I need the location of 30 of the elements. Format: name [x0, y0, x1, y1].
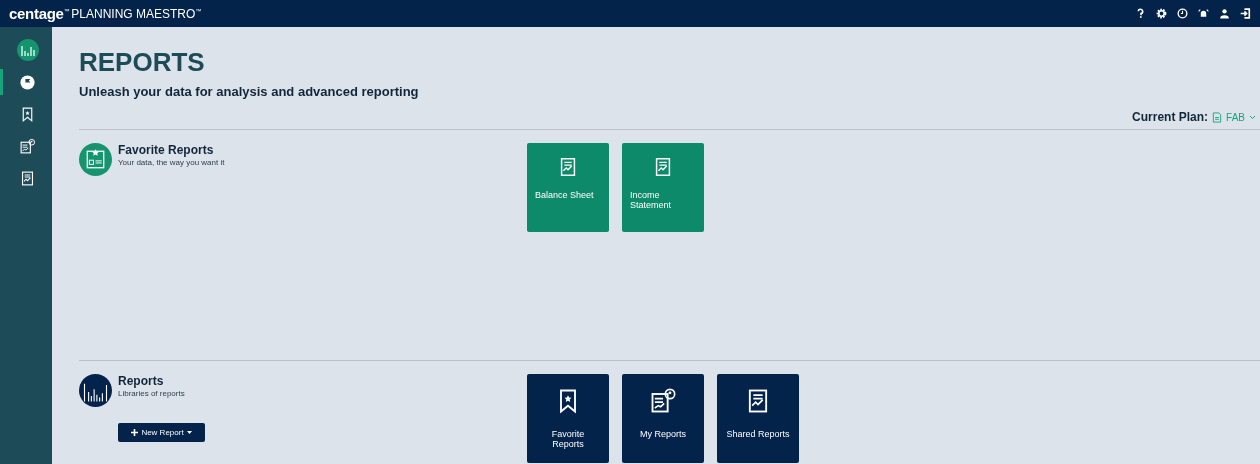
section-subtitle: Libraries of reports [118, 389, 185, 398]
user-icon[interactable] [1218, 7, 1231, 20]
section-title: Favorite Reports [118, 143, 215, 157]
chart-logo-icon [15, 38, 40, 62]
flag-icon [19, 73, 36, 91]
brand-logo: centage$^{™}$ [9, 5, 70, 22]
report-tile[interactable]: Income Statement [622, 143, 704, 232]
report-tile[interactable]: Shared Reports [717, 374, 799, 463]
product-name: PLANNING MAESTRO$^{™}$ [71, 6, 202, 21]
bar-chart-badge-icon [79, 374, 112, 407]
page-subtitle: Unleash your data for analysis and advanced reporting [79, 84, 420, 99]
report-tile[interactable]: My Reports [622, 374, 704, 463]
report-tile[interactable]: Balance Sheet [527, 143, 609, 232]
user-report-icon [19, 137, 36, 155]
document-icon [1212, 111, 1223, 123]
dashboard-badge-icon [79, 143, 112, 176]
user-report-icon [649, 387, 677, 415]
alarm-icon[interactable] [1197, 7, 1210, 20]
clock-icon[interactable] [1176, 7, 1189, 20]
new-report-button[interactable]: New Report [118, 423, 205, 442]
report-tile[interactable]: Favorite Reports [527, 374, 609, 463]
page-title: REPORTS [79, 47, 206, 78]
section-title: Reports [118, 374, 165, 388]
settings-icon[interactable] [1155, 7, 1168, 20]
caret-icon [186, 431, 192, 434]
plus-icon [131, 429, 139, 436]
plan-label: Current Plan: [1132, 110, 1209, 124]
report-icon [19, 169, 36, 187]
section-subtitle: Your data, the way you want it [118, 158, 225, 167]
logout-icon[interactable] [1239, 7, 1252, 20]
